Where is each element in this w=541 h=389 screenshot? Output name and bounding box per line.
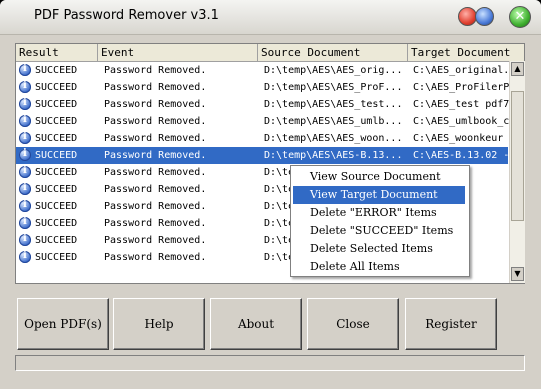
info-icon (19, 216, 31, 229)
cell-event: Password Removed. (104, 133, 207, 144)
cell-result: SUCCEED (35, 218, 78, 229)
cell-target: C:\AES_woonkeur (413, 133, 504, 144)
cell-source: D:\temp\AES\AES_orig... (264, 65, 403, 76)
vertical-scrollbar[interactable]: ▲ ▼ (509, 61, 525, 283)
status-bar (15, 355, 525, 371)
cell-result: SUCCEED (35, 150, 78, 161)
cell-result: SUCCEED (35, 133, 78, 144)
cell-result: SUCCEED (35, 235, 78, 246)
cell-event: Password Removed. (104, 65, 207, 76)
open-pdfs-button[interactable]: Open PDF(s) (17, 298, 109, 350)
cell-target: C:\AES_test pdf7 (413, 99, 509, 110)
info-icon (19, 148, 31, 161)
app-window: PDF Password Remover v3.1 ✕ Result Event… (0, 0, 541, 389)
close-button[interactable]: Close (307, 298, 399, 350)
cell-result: SUCCEED (35, 82, 78, 93)
cell-event: Password Removed. (104, 201, 207, 212)
cell-event: Password Removed. (104, 82, 207, 93)
info-icon (19, 250, 31, 263)
cell-result: SUCCEED (35, 99, 78, 110)
register-button[interactable]: Register (405, 298, 497, 350)
cell-source: D:\temp\AES\AES_test... (264, 99, 403, 110)
cell-target: C:\AES_umlbook_c (413, 116, 509, 127)
info-icon (19, 63, 31, 76)
cell-result: SUCCEED (35, 65, 78, 76)
cell-event: Password Removed. (104, 252, 207, 263)
cell-event: Password Removed. (104, 150, 207, 161)
cell-event: Password Removed. (104, 184, 207, 195)
menu-item-delete-all[interactable]: Delete All Items (293, 258, 465, 276)
column-header-event[interactable]: Event (98, 44, 258, 61)
scroll-thumb[interactable] (511, 91, 524, 221)
cell-result: SUCCEED (35, 252, 78, 263)
table-row[interactable]: SUCCEED Password Removed. D:\temp\AES\AES_… (16, 113, 509, 130)
column-header-source[interactable]: Source Document (258, 44, 408, 61)
scroll-down-button[interactable]: ▼ (511, 267, 524, 281)
menu-item-delete-error[interactable]: Delete "ERROR" Items (293, 204, 465, 222)
info-icon (19, 182, 31, 195)
cell-result: SUCCEED (35, 116, 78, 127)
context-menu: View Source Document View Target Documen… (290, 165, 470, 277)
cell-event: Password Removed. (104, 99, 207, 110)
scroll-up-button[interactable]: ▲ (511, 62, 524, 76)
menu-item-view-source[interactable]: View Source Document (293, 168, 465, 186)
info-icon (19, 114, 31, 127)
info-icon (19, 165, 31, 178)
cell-target: C:\AES_original. (413, 65, 509, 76)
list-header: Result Event Source Document Target Docu… (16, 44, 524, 62)
cell-result: SUCCEED (35, 184, 78, 195)
menu-item-delete-succeed[interactable]: Delete "SUCCEED" Items (293, 222, 465, 240)
cell-event: Password Removed. (104, 167, 207, 178)
table-row[interactable]: SUCCEED Password Removed. D:\temp\AES\AES_… (16, 79, 509, 96)
about-button[interactable]: About (210, 298, 302, 350)
cell-source: D:\temp\AES\AES_umlb... (264, 116, 403, 127)
table-row[interactable]: SUCCEED Password Removed. D:\temp\AES\AES_… (16, 96, 509, 113)
cell-source: D:\temp\AES\AES-B.13... (264, 150, 403, 161)
info-icon (19, 97, 31, 110)
table-row[interactable]: SUCCEED Password Removed. D:\temp\AES\AES_… (16, 62, 509, 79)
column-header-target[interactable]: Target Document (408, 44, 524, 61)
info-icon (19, 80, 31, 93)
column-header-result[interactable]: Result (16, 44, 98, 61)
table-row[interactable]: SUCCEED Password Removed. D:\temp\AES\AES_… (16, 130, 508, 147)
help-button[interactable]: Help (113, 298, 205, 350)
cell-event: Password Removed. (104, 116, 207, 127)
cell-source: D:\temp\AES\AES_ProF... (264, 82, 403, 93)
cell-result: SUCCEED (35, 167, 78, 178)
title-bar[interactable]: PDF Password Remover v3.1 ✕ (0, 0, 541, 35)
cell-event: Password Removed. (104, 235, 207, 246)
maximize-button[interactable] (475, 7, 494, 26)
info-icon (19, 233, 31, 246)
window-title: PDF Password Remover v3.1 (34, 8, 219, 23)
cell-event: Password Removed. (104, 218, 207, 229)
close-window-button[interactable]: ✕ (509, 6, 531, 28)
cell-target: C:\AES_ProFilerP (413, 82, 509, 93)
cell-target: C:\AES-B.13.02 - (413, 150, 509, 161)
table-row[interactable]: SUCCEED Password Removed. D:\temp\AES\AES-… (16, 147, 509, 164)
info-icon (19, 199, 31, 212)
menu-item-view-target[interactable]: View Target Document (293, 186, 465, 204)
cell-result: SUCCEED (35, 201, 78, 212)
info-icon (19, 131, 31, 144)
menu-item-delete-selected[interactable]: Delete Selected Items (293, 240, 465, 258)
cell-source: D:\temp\AES\AES_woon... (264, 133, 403, 144)
